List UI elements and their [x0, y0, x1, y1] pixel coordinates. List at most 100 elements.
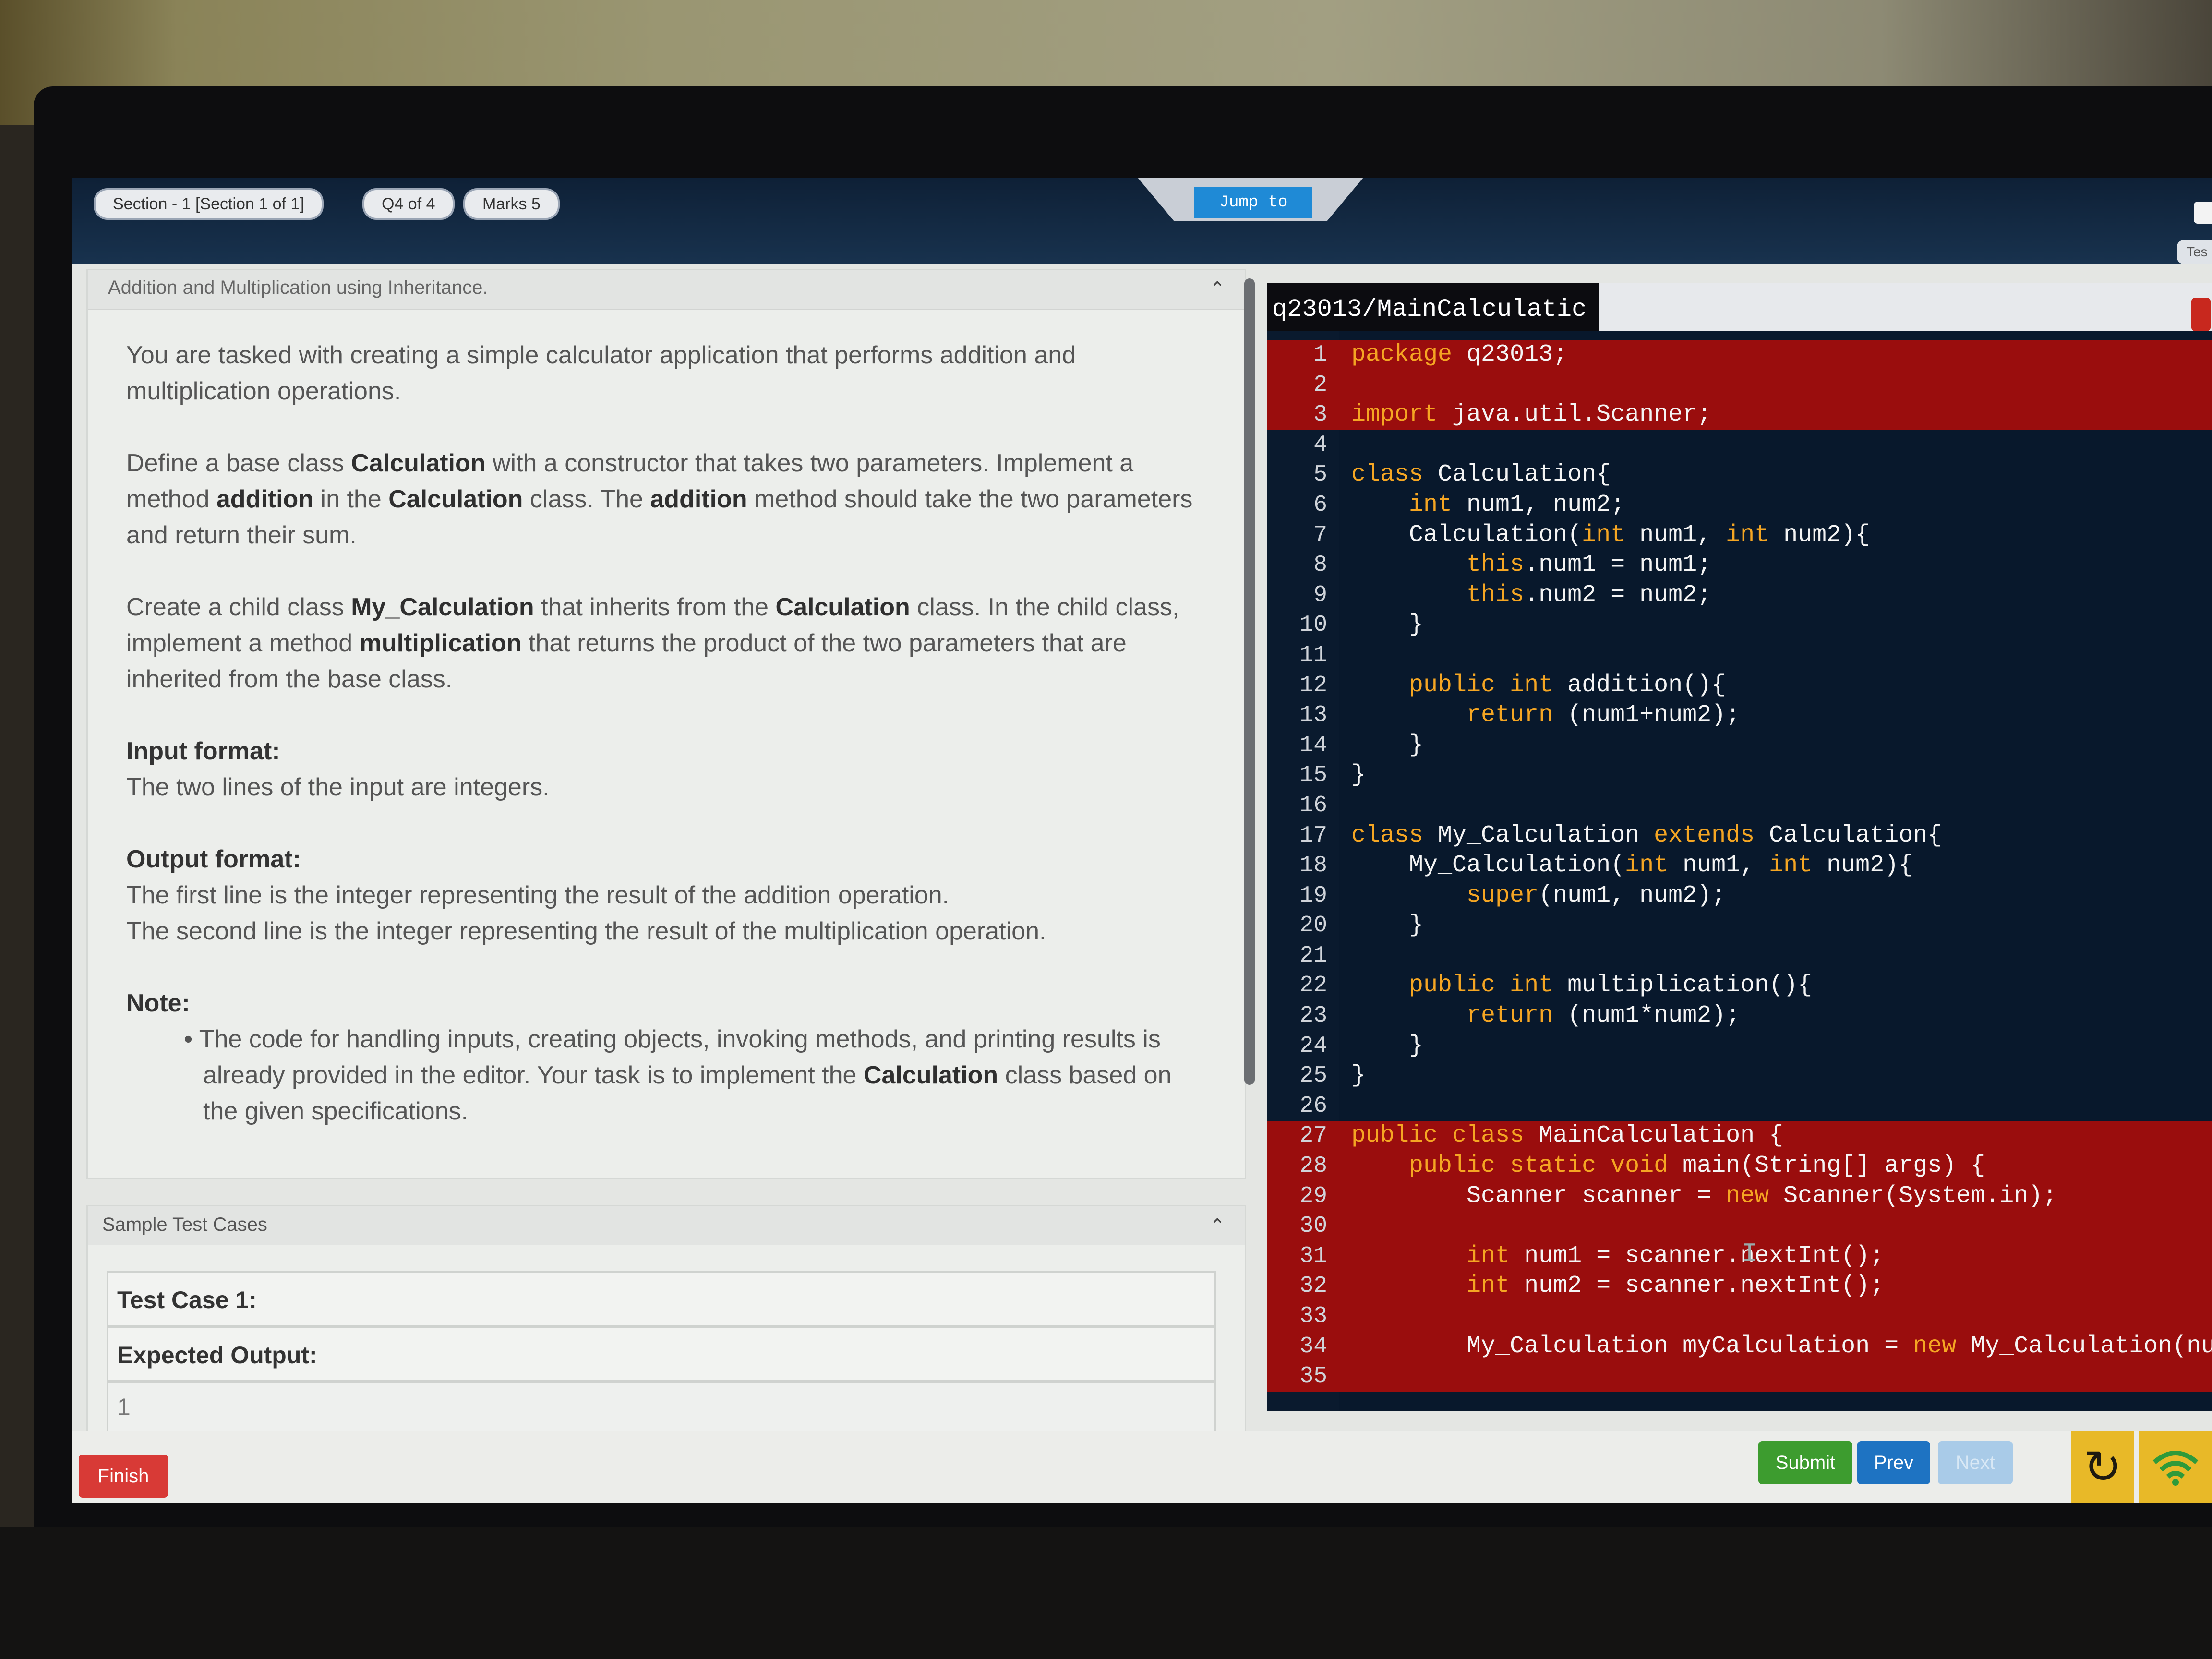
chevron-up-icon[interactable]: ⌃ — [1206, 278, 1228, 300]
code-text[interactable]: int num1, num2; — [1351, 490, 1625, 520]
code-line[interactable]: 32 int num2 = scanner.nextInt(); — [1267, 1271, 2212, 1301]
keyword-token: new — [1913, 1332, 1957, 1360]
editor-menu-handle[interactable] — [2191, 298, 2211, 331]
code-text[interactable]: } — [1351, 760, 1366, 791]
code-text[interactable]: super(num1, num2); — [1351, 881, 1726, 911]
keyword-token: int — [1467, 1242, 1510, 1270]
code-line[interactable]: 33 — [1267, 1301, 2212, 1332]
next-button[interactable]: Next — [1938, 1441, 2013, 1484]
keyword-token: public — [1351, 1122, 1438, 1150]
code-text[interactable]: } — [1351, 731, 1423, 761]
question-scrollbar[interactable] — [1244, 278, 1255, 1085]
code-line[interactable]: 25} — [1267, 1061, 2212, 1091]
code-text[interactable]: Calculation(int num1, int num2){ — [1351, 520, 1870, 551]
code-text[interactable]: int num2 = scanner.nextInt(); — [1351, 1271, 1884, 1301]
code-text[interactable]: } — [1351, 610, 1423, 640]
output-format-line-1: The first line is the integer representi… — [126, 881, 950, 909]
code-line[interactable]: 34 My_Calculation myCalculation = new My… — [1267, 1331, 2212, 1362]
code-line[interactable]: 29 Scanner scanner = new Scanner(System.… — [1267, 1181, 2212, 1212]
code-line[interactable]: 27 public class MainCalculation { — [1267, 1121, 2212, 1152]
code-editor[interactable]: q23013/MainCalculatic 1 package q23013; 2 3… — [1267, 283, 2212, 1411]
line-number: 15 — [1299, 762, 1327, 789]
refresh-icon[interactable]: ↻ — [2071, 1431, 2134, 1503]
jump-to-button[interactable]: Jump to — [1194, 187, 1312, 218]
code-line[interactable]: 10 } — [1267, 610, 2212, 640]
code-line[interactable]: 35 — [1267, 1361, 2212, 1392]
code-text[interactable]: My_Calculation myCalculation = new My_Ca… — [1351, 1332, 2212, 1362]
code-lines[interactable]: 1 package q23013; 2 3 import java.util.Scann… — [1267, 340, 2212, 1392]
code-line[interactable]: 30 — [1267, 1211, 2212, 1241]
code-text[interactable]: } — [1351, 911, 1423, 941]
code-line[interactable]: 13 return (num1+num2); — [1267, 700, 2212, 731]
code-text[interactable]: import java.util.Scanner; — [1351, 400, 1711, 430]
code-line[interactable]: 9 this.num2 = num2; — [1267, 580, 2212, 611]
code-line[interactable]: 2 — [1267, 370, 2212, 400]
code-line[interactable]: 24 } — [1267, 1031, 2212, 1061]
code-text[interactable]: return (num1+num2); — [1351, 700, 1740, 731]
code-line[interactable]: 6 int num1, num2; — [1267, 490, 2212, 520]
code-text[interactable]: public int multiplication(){ — [1351, 971, 1812, 1001]
line-number: 27 — [1299, 1123, 1327, 1149]
line-number: 12 — [1299, 672, 1327, 698]
code-text[interactable]: return (num1*num2); — [1351, 1001, 1740, 1031]
code-line[interactable]: 23 return (num1*num2); — [1267, 1001, 2212, 1031]
code-line[interactable]: 15} — [1267, 760, 2212, 791]
code-line[interactable]: 20 } — [1267, 911, 2212, 941]
line-number: 9 — [1313, 582, 1327, 608]
submit-button[interactable]: Submit — [1758, 1441, 1852, 1484]
code-text[interactable]: } — [1351, 1031, 1423, 1061]
code-line[interactable]: 14 } — [1267, 731, 2212, 761]
prev-button[interactable]: Prev — [1857, 1441, 1930, 1484]
keyword-token: class — [1351, 461, 1424, 489]
question-header[interactable]: Addition and Multiplication using Inheri… — [88, 270, 1245, 310]
sample-test-cases-header[interactable]: Sample Test Cases ⌃ — [88, 1206, 1245, 1245]
line-number: 29 — [1299, 1183, 1327, 1209]
code-line[interactable]: 12 public int addition(){ — [1267, 671, 2212, 701]
code-line[interactable]: 11 — [1267, 640, 2212, 671]
keyword-token: import — [1351, 401, 1438, 429]
keyword-token: int — [1769, 852, 1813, 879]
code-line[interactable]: 19 super(num1, num2); — [1267, 881, 2212, 911]
code-line[interactable]: 1 package q23013; — [1267, 340, 2212, 370]
code-line[interactable]: 31 int num1 = scanner.nextInt(); — [1267, 1241, 2212, 1272]
code-line[interactable]: 5 class Calculation{ — [1267, 460, 2212, 490]
bold-term: multiplication — [359, 629, 522, 657]
line-number: 19 — [1299, 882, 1327, 909]
code-text[interactable]: Scanner scanner = new Scanner(System.in)… — [1351, 1181, 2057, 1212]
code-line[interactable]: 26 — [1267, 1091, 2212, 1121]
code-line[interactable]: 7 Calculation(int num1, int num2){ — [1267, 520, 2212, 551]
code-line[interactable]: 22 public int multiplication(){ — [1267, 971, 2212, 1001]
child-class-paragraph: Create a child class My_Calculation that… — [126, 593, 1179, 693]
marks-badge: Marks 5 — [463, 188, 560, 220]
code-line[interactable]: 28 public static void main(String[] args… — [1267, 1151, 2212, 1181]
code-text[interactable]: } — [1351, 1061, 1366, 1091]
code-line[interactable]: 16 — [1267, 791, 2212, 821]
exam-screen: Section - 1 [Section 1 of 1] Q4 of 4 Mar… — [72, 178, 2212, 1503]
code-text[interactable]: this.num2 = num2; — [1351, 580, 1711, 611]
line-number: 10 — [1299, 612, 1327, 638]
code-line[interactable]: 4 — [1267, 430, 2212, 460]
code-text[interactable]: My_Calculation(int num1, int num2){ — [1351, 851, 1913, 881]
file-tab[interactable]: q23013/MainCalculatic — [1267, 283, 1599, 331]
code-text[interactable]: public int addition(){ — [1351, 671, 1726, 701]
code-text[interactable]: int num1 = scanner.nextInt(); — [1351, 1241, 1884, 1272]
side-handle[interactable] — [2194, 202, 2212, 224]
code-text[interactable]: class My_Calculation extends Calculation… — [1351, 821, 1942, 851]
code-line[interactable]: 8 this.num1 = num1; — [1267, 550, 2212, 580]
code-text[interactable]: this.num1 = num1; — [1351, 550, 1711, 580]
code-line[interactable]: 18 My_Calculation(int num1, int num2){ — [1267, 851, 2212, 881]
code-text[interactable]: public class MainCalculation { — [1351, 1121, 1783, 1151]
line-number: 32 — [1299, 1273, 1327, 1299]
base-class-paragraph: Define a base class Calculation with a c… — [126, 449, 1193, 549]
section-badge: Section - 1 [Section 1 of 1] — [94, 188, 324, 220]
tests-tab[interactable]: Tes — [2177, 240, 2212, 264]
code-text[interactable]: class Calculation{ — [1351, 460, 1611, 490]
code-text[interactable]: public static void main(String[] args) { — [1351, 1151, 1985, 1181]
code-line[interactable]: 17 class My_Calculation extends Calculati… — [1267, 821, 2212, 851]
code-text[interactable]: package q23013; — [1351, 340, 1567, 370]
code-line[interactable]: 21 — [1267, 941, 2212, 971]
code-line[interactable]: 3 import java.util.Scanner; — [1267, 400, 2212, 430]
chevron-up-icon[interactable]: ⌃ — [1206, 1215, 1228, 1237]
keyword-token: super — [1467, 881, 1539, 909]
finish-button[interactable]: Finish — [79, 1455, 168, 1498]
